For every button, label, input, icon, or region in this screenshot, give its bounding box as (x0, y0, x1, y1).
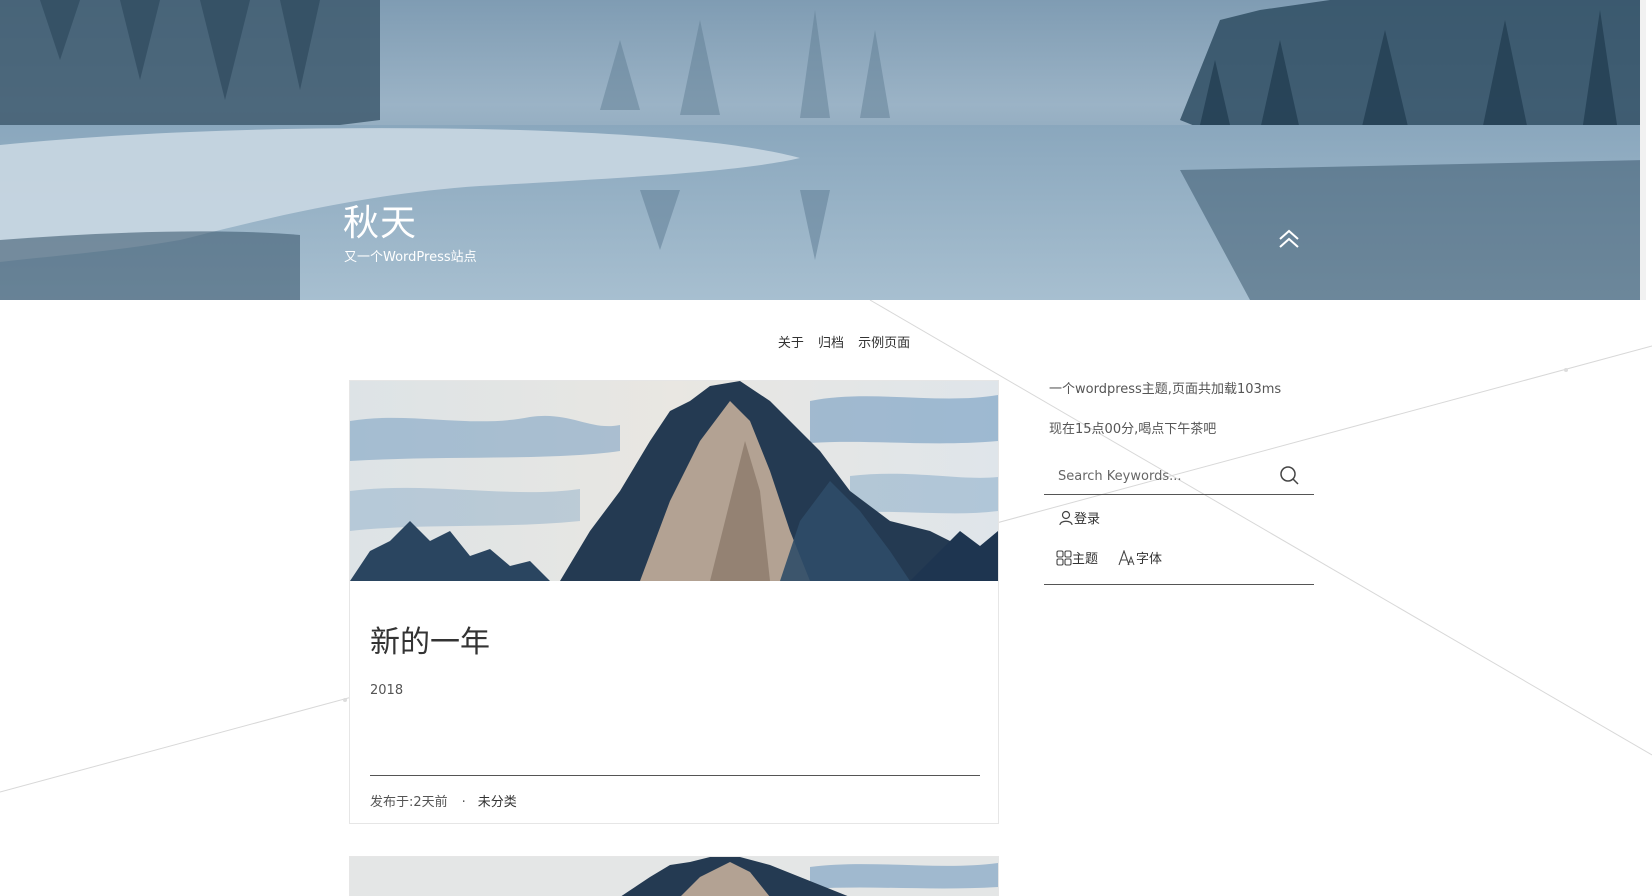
post-thumbnail[interactable] (350, 381, 998, 581)
lake-forest-image (0, 0, 1646, 300)
search-form (1044, 458, 1314, 495)
divider (370, 775, 980, 776)
nav-item-about[interactable]: 关于 (778, 336, 804, 351)
site-title[interactable]: 秋天 (343, 194, 417, 246)
nav-item-archive[interactable]: 归档 (818, 336, 844, 351)
user-icon (1059, 510, 1073, 525)
post-category-link[interactable]: 未分类 (478, 795, 517, 810)
scroll-up-button[interactable] (1276, 226, 1302, 252)
login-link[interactable]: 登录 (1058, 508, 1100, 527)
search-input[interactable] (1058, 466, 1278, 486)
mountain-painting-image (350, 857, 998, 896)
login-label: 登录 (1074, 512, 1101, 527)
search-button[interactable] (1278, 464, 1300, 486)
post-excerpt: 2018 (370, 683, 404, 698)
post-date: 发布于:2天前 (370, 795, 448, 810)
load-info: 一个wordpress主题,页面共加载103ms (1049, 382, 1282, 397)
site-description: 又一个WordPress站点 (344, 250, 477, 265)
meta-separator: · (461, 795, 466, 810)
search-icon (1280, 466, 1299, 485)
divider (1044, 584, 1314, 585)
main-nav: 关于 归档 示例页面 (0, 332, 1652, 351)
grid-icon (1056, 549, 1072, 566)
post-card: 新的一年 2018 发布于:2天前 · 未分类 (349, 380, 999, 824)
tools-row: 主题 字体 (1056, 548, 1182, 567)
nav-item-sample-page[interactable]: 示例页面 (858, 336, 910, 351)
post-title[interactable]: 新的一年 (370, 617, 490, 661)
font-label: 字体 (1136, 552, 1163, 567)
header-banner: 秋天 又一个WordPress站点 (0, 0, 1646, 300)
time-info: 现在15点00分,喝点下午茶吧 (1049, 422, 1217, 437)
chevron-up-double-icon (1279, 229, 1299, 248)
post-card-next (349, 856, 999, 896)
theme-button[interactable]: 主题 (1056, 548, 1098, 567)
scrollbar-track[interactable] (1640, 0, 1646, 300)
font-button[interactable]: 字体 (1118, 548, 1162, 567)
theme-label: 主题 (1072, 552, 1099, 567)
font-icon (1118, 549, 1135, 565)
mountain-painting-image (350, 381, 998, 581)
post-meta: 发布于:2天前 · 未分类 (370, 791, 517, 810)
